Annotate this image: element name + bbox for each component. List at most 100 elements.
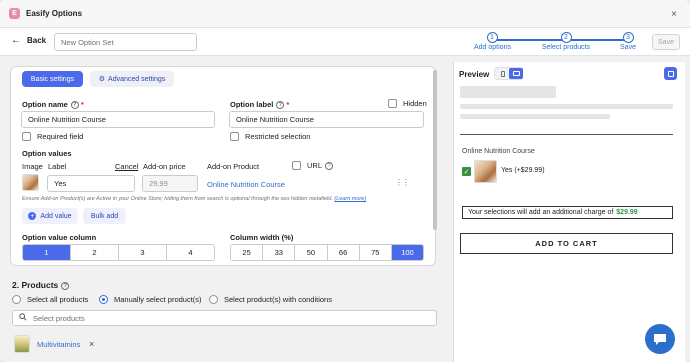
app-icon: E [9, 8, 20, 19]
option-label-input[interactable]: Online Nutrition Course [229, 111, 424, 128]
remove-product-icon[interactable]: × [89, 339, 94, 349]
option-value-column-label: Option value column [22, 233, 97, 242]
value-label-input[interactable]: Yes [47, 175, 135, 192]
skeleton-line [460, 104, 673, 109]
hidden-checkbox[interactable] [388, 99, 397, 108]
width-option-25[interactable]: 25 [231, 245, 264, 260]
skeleton-line [460, 114, 610, 119]
app-window: E Easify Options × ← Back New Option Set… [0, 0, 690, 362]
progress-stepper: 1 Add options 2 Select products 3 Save [474, 32, 638, 52]
cancel-link[interactable]: Cancel [115, 162, 138, 171]
width-option-66[interactable]: 66 [327, 245, 360, 260]
add-to-cart-button[interactable]: ADD TO CART [460, 233, 673, 254]
column-width-label: Column width (%) [230, 233, 294, 242]
option-image-thumbnail[interactable] [22, 174, 39, 191]
step-3[interactable]: 3 Save [618, 32, 638, 51]
radio-button[interactable] [209, 295, 218, 304]
column-option-3[interactable]: 3 [119, 245, 167, 260]
restricted-selection-row[interactable]: Restricted selection [230, 132, 310, 141]
preview-checkbox-checked[interactable]: ✓ [462, 167, 471, 176]
product-search-input[interactable]: Select products [12, 310, 437, 326]
restricted-selection-checkbox[interactable] [230, 132, 239, 141]
help-icon[interactable]: ? [70, 101, 79, 110]
radio-all-products[interactable]: Select all products [12, 295, 88, 304]
step-1[interactable]: 1 Add options [474, 32, 511, 51]
bulk-add-button[interactable]: Bulk add [83, 208, 126, 224]
product-name-link[interactable]: Multivitamins [37, 340, 80, 349]
products-heading: 2. Products? [12, 280, 70, 290]
tab-advanced-settings[interactable]: ⚙ Advanced settings [90, 71, 174, 87]
search-placeholder: Select products [33, 313, 85, 323]
close-icon[interactable]: × [671, 9, 677, 20]
add-on-product-link[interactable]: Online Nutrition Course [207, 180, 285, 189]
option-label-label: Option label? * [230, 100, 289, 110]
width-option-33[interactable]: 33 [263, 245, 296, 260]
option-name-input[interactable]: Online Nutrition Course [21, 111, 215, 128]
width-option-100[interactable]: 100 [391, 245, 423, 260]
radio-conditional-products[interactable]: Select product(s) with conditions [209, 295, 332, 304]
col-price-header: Add-on price [143, 162, 186, 171]
option-set-name-input[interactable]: New Option Set [54, 33, 197, 51]
tab-advanced-label: Advanced settings [108, 75, 166, 83]
scrollbar[interactable] [433, 70, 437, 230]
url-label: URL [307, 161, 323, 170]
radio-label: Manually select product(s) [114, 295, 202, 304]
products-heading-text: 2. Products [12, 280, 59, 290]
add-value-label: Add value [40, 212, 72, 220]
save-button[interactable]: Save [652, 34, 680, 50]
col-product-header: Add-on Product [207, 162, 260, 171]
add-on-note-text: Ensure Add-on Product(s) are Active in y… [22, 196, 333, 202]
toolbar: ← Back New Option Set 1 Add options 2 Se… [0, 28, 690, 56]
step-number: 1 [486, 32, 498, 43]
help-icon[interactable]: ? [276, 101, 285, 110]
step-label: Select products [541, 44, 591, 51]
step-2[interactable]: 2 Select products [540, 32, 592, 51]
preview-title: Preview [459, 70, 490, 79]
preview-option-title: Online Nutrition Course [462, 148, 535, 155]
option-values-heading: Option values [22, 149, 72, 158]
hidden-label: Hidden [403, 99, 427, 108]
desktop-icon[interactable] [509, 68, 523, 79]
device-toggle [494, 67, 523, 80]
chat-button[interactable] [645, 324, 675, 354]
preview-divider [460, 134, 673, 135]
radio-button[interactable] [99, 295, 108, 304]
preview-option-image [474, 160, 497, 183]
required-marker: * [80, 100, 84, 109]
required-field-checkbox[interactable] [22, 132, 31, 141]
radio-button[interactable] [12, 295, 21, 304]
charge-notice: Your selections will add an additional c… [462, 206, 673, 219]
help-icon[interactable]: ? [325, 161, 334, 170]
charge-amount: $29.99 [616, 209, 638, 216]
app-title: Easify Options [26, 9, 83, 18]
add-on-note: Ensure Add-on Product(s) are Active in y… [22, 196, 366, 202]
step-label: Add options [474, 44, 511, 51]
option-name-text: Option name [22, 100, 68, 109]
drag-handle-icon[interactable]: ⋮⋮ [395, 178, 410, 187]
column-option-4[interactable]: 4 [167, 245, 214, 260]
add-value-button[interactable]: + Add value [22, 208, 78, 224]
mobile-icon[interactable] [496, 69, 509, 79]
gear-icon: ⚙ [98, 76, 106, 83]
width-option-75[interactable]: 75 [359, 245, 392, 260]
preview-option-value: Yes (+$29.99) [501, 167, 545, 174]
help-icon[interactable]: ? [61, 281, 70, 290]
back-button[interactable]: ← Back [11, 35, 46, 45]
learn-more-link[interactable]: (Learn more) [334, 196, 366, 202]
required-field-row[interactable]: Required field [22, 132, 83, 141]
url-checkbox[interactable] [292, 161, 301, 170]
width-option-50[interactable]: 50 [295, 245, 328, 260]
skeleton-title [460, 86, 556, 98]
step-label: Save [620, 44, 636, 51]
column-option-1[interactable]: 1 [23, 245, 71, 260]
column-width-segmented: 25 33 50 66 75 100 [230, 244, 424, 261]
option-name-label: Option name? * [22, 100, 84, 110]
hidden-checkbox-row[interactable]: Hidden [388, 99, 427, 108]
column-option-2[interactable]: 2 [71, 245, 119, 260]
tab-basic-settings[interactable]: Basic settings [22, 71, 83, 87]
url-row[interactable]: URL ? [292, 161, 334, 170]
add-on-price-input[interactable]: 29,99 [142, 175, 198, 192]
radio-manual-products[interactable]: Manually select product(s) [99, 295, 202, 304]
step-number: 2 [560, 32, 572, 43]
expand-preview-icon[interactable] [664, 67, 677, 80]
